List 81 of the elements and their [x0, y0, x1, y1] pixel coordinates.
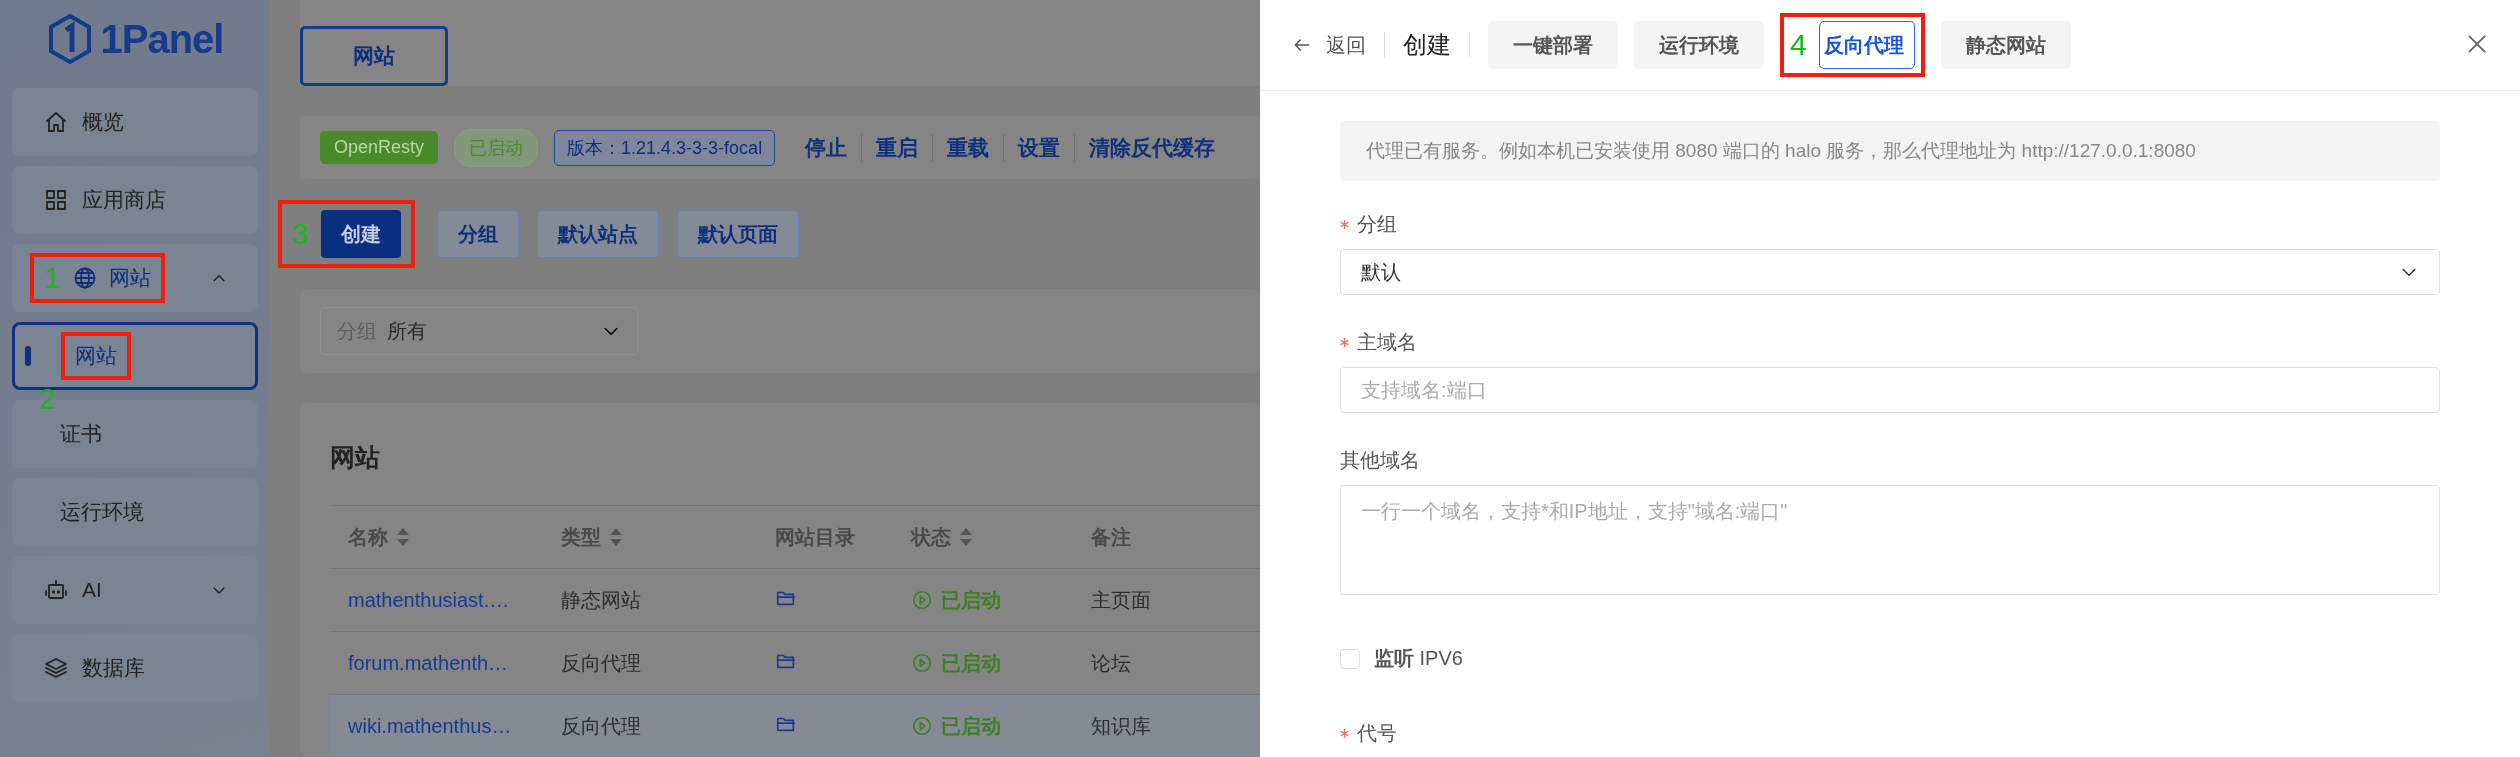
page-tab[interactable]: 网站 [300, 26, 448, 86]
info-notice: 代理已有服务。例如本机已安装使用 8080 端口的 halo 服务，那么代理地址为 http://127.0.0.1:8080 [1340, 121, 2440, 181]
submenu-label: 证书 [60, 421, 102, 447]
table-cell: 静态网站 [561, 588, 641, 611]
play-circle-icon [911, 589, 933, 611]
submenu-label: 网站 [75, 343, 117, 369]
input-field[interactable]: 支持域名:端口 [1340, 367, 2440, 413]
menu-label: 数据库 [82, 655, 146, 681]
menu-item[interactable]: 数据库 [12, 634, 258, 702]
table-row[interactable]: wiki.mathenthus… 反向代理 已启动 知识库 [330, 694, 1260, 757]
toolbar-button[interactable]: 默认页面 [676, 210, 799, 258]
action-link[interactable]: 重载 [932, 133, 1004, 162]
field-label: 分组 [1357, 211, 1397, 237]
column-header: 类型 [561, 524, 601, 550]
column-header: 状态 [911, 524, 951, 550]
layers-icon [44, 656, 68, 680]
menu-item[interactable]: 1 网站 [12, 244, 258, 312]
menu-item[interactable]: AI [12, 556, 258, 624]
table-row[interactable]: mathenthusiast.… 静态网站 已启动 主页面 [330, 568, 1260, 631]
active-indicator [25, 346, 31, 366]
menu-label: 概览 [82, 109, 125, 135]
required-icon [1340, 728, 1349, 738]
tab[interactable]: 反向代理 [1818, 21, 1915, 69]
toolbar-button[interactable]: 分组 [436, 210, 519, 258]
site-link[interactable]: mathenthusiast.… [348, 588, 510, 611]
field-label: 主域名 [1357, 329, 1417, 355]
textarea-field[interactable]: 一行一个域名，支持*和IP地址，支持"域名:端口" [1340, 485, 2440, 595]
submenu-item[interactable]: 运行环境 [12, 478, 258, 546]
app-tag: OpenResty [320, 131, 439, 164]
select-field[interactable]: 默认 [1340, 249, 2440, 295]
back-button[interactable]: 返回 [1292, 31, 1366, 59]
home-icon [44, 110, 68, 134]
tab[interactable]: 运行环境 [1634, 21, 1764, 69]
table-cell: 知识库 [1091, 714, 1151, 737]
table-title: 网站 [330, 441, 380, 473]
column-header: 备注 [1091, 524, 1131, 550]
column-header: 网站目录 [775, 524, 855, 550]
submenu-label: 运行环境 [60, 499, 144, 525]
menu-label: 应用商店 [82, 187, 167, 213]
action-link[interactable]: 停止 [791, 133, 862, 162]
table-cell: 主页面 [1091, 588, 1151, 611]
checkbox[interactable] [1340, 648, 1360, 669]
menu-item[interactable]: 应用商店 [12, 166, 258, 234]
site-link[interactable]: forum.mathenth… [348, 651, 509, 674]
field-label: 其他域名 [1340, 447, 1420, 473]
filter-value: 所有 [387, 318, 428, 344]
column-header: 名称 [348, 524, 388, 550]
menu-label: 网站 [108, 265, 151, 291]
callout-number: 4 [1790, 30, 1807, 60]
checkbox-label: 监听 IPV6 [1374, 646, 1463, 671]
site-link[interactable]: wiki.mathenthus… [348, 714, 512, 737]
status-text: 已启动 [941, 587, 1001, 613]
field-label: 代号 [1357, 720, 1397, 746]
tab[interactable]: 一键部署 [1488, 21, 1618, 69]
table-cell: 论坛 [1091, 651, 1131, 674]
callout-number: 3 [292, 219, 309, 249]
logo-text: 1Panel [100, 16, 224, 62]
required-icon [1340, 337, 1349, 347]
toolbar-button[interactable]: 创建 [320, 210, 401, 258]
status-text: 已启动 [941, 650, 1001, 676]
grid-icon [44, 188, 68, 212]
required-icon [1340, 219, 1349, 229]
table-cell: 反向代理 [561, 714, 641, 737]
logo-icon [46, 13, 93, 65]
robot-icon [44, 578, 68, 602]
toolbar-button[interactable]: 默认站点 [536, 210, 659, 258]
play-circle-icon [911, 715, 933, 737]
action-link[interactable]: 重启 [861, 133, 933, 162]
action-link[interactable]: 清除反代缓存 [1074, 133, 1230, 162]
menu-item[interactable]: 概览 [12, 88, 258, 156]
status-text: 已启动 [941, 713, 1001, 739]
table-cell: 反向代理 [561, 651, 641, 674]
menu-label: AI [82, 578, 103, 602]
action-link[interactable]: 设置 [1003, 133, 1075, 162]
globe-icon [72, 266, 97, 290]
play-circle-icon [911, 652, 933, 674]
drawer-title: 创建 [1403, 30, 1451, 60]
status-tag: 已启动 [454, 128, 539, 167]
tab[interactable]: 静态网站 [1940, 21, 2071, 69]
version-tag: 版本：1.21.4.3-3-3-focal [554, 129, 776, 166]
callout-number: 1 [44, 263, 61, 293]
